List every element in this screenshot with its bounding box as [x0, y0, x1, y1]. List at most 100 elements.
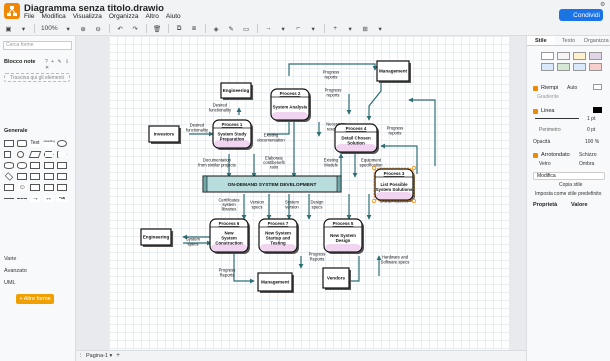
- shape-cloud[interactable]: [17, 162, 28, 169]
- section-misc[interactable]: Varie: [4, 256, 16, 262]
- shadow-label[interactable]: Ombra: [579, 161, 594, 167]
- shape-rounded-rectangle[interactable]: [17, 140, 28, 147]
- shape-trapezoid[interactable]: [30, 173, 41, 180]
- diagram-svg[interactable]: Desired functionality Progress reports Progr…: [109, 36, 509, 350]
- format-panel-icon[interactable]: ▣: [4, 24, 13, 34]
- shape-ellipse[interactable]: [56, 140, 67, 147]
- shape-cube[interactable]: [56, 162, 67, 169]
- fill-mode-select[interactable]: Auto: [567, 85, 577, 91]
- style-swatch[interactable]: [557, 63, 570, 71]
- sketch-label[interactable]: Schizzo: [579, 152, 597, 158]
- glass-label[interactable]: Vetro: [539, 161, 551, 167]
- chevron-down-icon[interactable]: ▾: [376, 24, 385, 34]
- zoom-in-icon[interactable]: ⊕: [79, 24, 88, 34]
- style-swatch[interactable]: [557, 52, 570, 60]
- perimeter-input[interactable]: 0 pt: [587, 127, 595, 133]
- shape-textbox[interactable]: Heading: [43, 140, 55, 147]
- shape-process[interactable]: [43, 184, 54, 191]
- search-shapes-input[interactable]: Cerca forme: [3, 41, 72, 50]
- shape-note[interactable]: [56, 173, 67, 180]
- share-button[interactable]: 👤 Condividi: [559, 9, 603, 21]
- shape-square[interactable]: [4, 151, 11, 158]
- connection-icon[interactable]: →: [264, 24, 273, 34]
- rounded-checkbox[interactable]: [533, 152, 538, 158]
- redo-icon[interactable]: ↷: [131, 24, 140, 34]
- delete-icon[interactable]: 🗑: [153, 24, 162, 34]
- node-process-3-handle[interactable]: [412, 166, 416, 170]
- menu-extras[interactable]: Altro: [145, 13, 158, 20]
- shape-bidirectional-arrow[interactable]: ↔: [43, 195, 54, 202]
- fill-checkbox[interactable]: [533, 85, 538, 91]
- shape-curved-arrow[interactable]: ↝: [56, 195, 67, 202]
- waypoints-icon[interactable]: ⌐: [294, 24, 303, 34]
- shape-internal-storage[interactable]: [43, 162, 54, 169]
- tab-text[interactable]: Testo: [555, 36, 583, 45]
- general-section-header[interactable]: Generale: [4, 128, 28, 134]
- shape-actor[interactable]: ☺: [17, 184, 28, 191]
- notes-actions[interactable]: ? + ✎ ⇩ ✕: [45, 59, 75, 71]
- undo-icon[interactable]: ↶: [116, 24, 125, 34]
- canvas-area[interactable]: Desired functionality Progress reports Progr…: [76, 36, 526, 350]
- line-width-input[interactable]: 1 pt: [587, 116, 595, 122]
- zoom-select[interactable]: 100%: [41, 24, 58, 34]
- style-swatch[interactable]: [541, 52, 554, 60]
- shape-triangle[interactable]: [56, 151, 67, 158]
- shape-circle[interactable]: [17, 151, 25, 158]
- insert-icon[interactable]: +: [331, 24, 340, 34]
- shape-parallelogram[interactable]: [29, 151, 42, 158]
- menu-help[interactable]: Aiuto: [166, 13, 181, 20]
- tab-arrange[interactable]: Organizza: [582, 36, 610, 45]
- menu-arrange[interactable]: Organizza: [109, 13, 139, 20]
- edge-p6-to-management[interactable]: [233, 253, 255, 284]
- shape-rectangle[interactable]: [4, 140, 14, 147]
- style-swatch[interactable]: [589, 63, 602, 71]
- diagram-page[interactable]: Desired functionality Progress reports Progr…: [109, 36, 509, 350]
- table-icon[interactable]: ⊞: [361, 24, 370, 34]
- add-page-icon[interactable]: +: [116, 352, 120, 359]
- set-default-style-button[interactable]: Imposta come stile predefinito: [535, 191, 601, 197]
- section-uml[interactable]: UML: [4, 280, 16, 286]
- chevron-down-icon[interactable]: ▾: [309, 24, 318, 34]
- shape-dashed-line[interactable]: [17, 198, 28, 199]
- shape-callout[interactable]: [30, 184, 41, 191]
- shape-rhombus[interactable]: [4, 172, 14, 181]
- style-swatch[interactable]: [573, 63, 586, 71]
- style-swatch[interactable]: [589, 52, 602, 60]
- notes-section-header[interactable]: Blocco note: [4, 59, 35, 65]
- pages-menu-icon[interactable]: ⋮: [78, 353, 84, 359]
- style-swatch[interactable]: [541, 63, 554, 71]
- edit-style-select[interactable]: Modifica: [533, 172, 605, 180]
- property-header[interactable]: Proprietà: [533, 202, 557, 208]
- chevron-down-icon[interactable]: ▾: [279, 24, 288, 34]
- fill-color-icon[interactable]: ◈: [212, 24, 221, 34]
- opacity-input[interactable]: 100 %: [585, 139, 599, 145]
- more-shapes-button[interactable]: + Altre forme: [16, 294, 54, 304]
- chevron-down-icon[interactable]: ▾: [346, 24, 355, 34]
- chevron-down-icon[interactable]: ▾: [64, 24, 73, 34]
- line-checkbox[interactable]: [533, 108, 538, 114]
- menu-view[interactable]: Visualizza: [73, 13, 102, 20]
- shape-arrow[interactable]: →: [30, 195, 41, 202]
- line-pattern-select[interactable]: [535, 118, 579, 119]
- shape-text[interactable]: Text: [30, 140, 41, 147]
- to-front-icon[interactable]: ⧉: [175, 24, 184, 34]
- fill-color-swatch[interactable]: [593, 84, 602, 90]
- to-back-icon[interactable]: ⧈: [190, 24, 199, 34]
- copy-style-button[interactable]: Copia stile: [559, 182, 582, 188]
- shape-card[interactable]: [4, 184, 14, 191]
- page-tab[interactable]: Pagina-1 ▾: [86, 353, 112, 359]
- edge-management-to-p4[interactable]: [366, 81, 382, 121]
- edge-p3-to-management[interactable]: [408, 97, 436, 166]
- node-process-3-handle[interactable]: [372, 199, 376, 203]
- menu-file[interactable]: File: [24, 13, 34, 20]
- shape-line[interactable]: [4, 198, 14, 199]
- zoom-out-icon[interactable]: ⊖: [94, 24, 103, 34]
- shape-hexagon[interactable]: [43, 151, 54, 158]
- line-color-icon[interactable]: ✎: [227, 24, 236, 34]
- shape-cylinder[interactable]: [4, 162, 14, 169]
- settings-icon[interactable]: ⚙: [600, 1, 605, 8]
- tab-style[interactable]: Stile: [527, 36, 555, 45]
- node-process-3-handle[interactable]: [372, 166, 376, 170]
- chevron-down-icon[interactable]: ▾: [19, 24, 28, 34]
- section-advanced[interactable]: Avanzato: [4, 268, 27, 274]
